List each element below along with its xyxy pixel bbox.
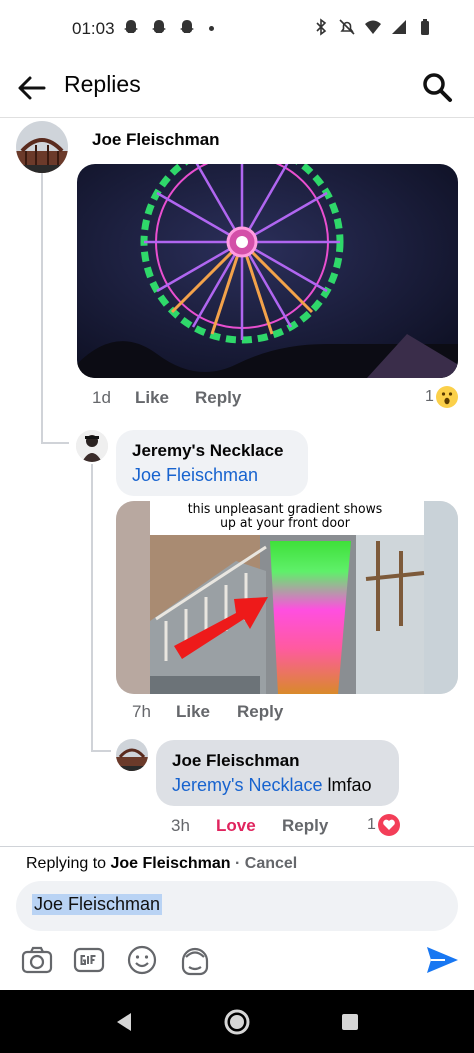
status-bar: 01:03 bbox=[0, 0, 474, 58]
comment-input-value[interactable]: Joe Fleischman bbox=[32, 894, 163, 915]
wifi-icon bbox=[365, 20, 381, 34]
avatar-sticker-icon[interactable] bbox=[178, 943, 212, 977]
back-nav-icon[interactable] bbox=[110, 1008, 138, 1036]
bluetooth-icon bbox=[316, 18, 327, 36]
comment-text: Jeremy's Necklace lmfao bbox=[172, 775, 372, 796]
page-title: Replies bbox=[64, 71, 141, 97]
reply-button[interactable]: Reply bbox=[195, 388, 241, 408]
reply-button[interactable]: Reply bbox=[282, 816, 328, 836]
more-notifications-dot bbox=[209, 25, 214, 31]
reaction-count: 1 bbox=[367, 816, 376, 833]
reply-button[interactable]: Reply bbox=[237, 702, 283, 722]
like-button[interactable]: Like bbox=[176, 702, 210, 722]
comment-body: lmfao bbox=[327, 775, 372, 795]
system-icons bbox=[312, 18, 434, 36]
status-time: 01:03 bbox=[72, 19, 115, 38]
avatar[interactable] bbox=[116, 739, 148, 771]
separator-dot: · bbox=[235, 855, 241, 872]
comment-bubble[interactable]: Joe Fleischman Jeremy's Necklace lmfao bbox=[156, 740, 399, 806]
mention-link[interactable]: Joe Fleischman bbox=[132, 465, 258, 486]
mute-icon bbox=[339, 19, 355, 35]
comment-input[interactable]: Joe Fleischman bbox=[16, 881, 458, 931]
signal-icon bbox=[392, 20, 406, 34]
snapchat-icon bbox=[152, 20, 166, 33]
meme-caption: this unpleasant gradient shows up at you… bbox=[187, 501, 383, 531]
cancel-reply-button[interactable]: Cancel bbox=[245, 855, 297, 872]
search-icon[interactable] bbox=[420, 70, 454, 104]
recents-nav-icon[interactable] bbox=[336, 1008, 364, 1036]
replying-prefix: Replying to bbox=[26, 855, 107, 872]
love-button[interactable]: Love bbox=[216, 816, 256, 836]
thread-line bbox=[91, 750, 111, 752]
comment-timestamp: 3h bbox=[171, 816, 190, 835]
notification-icons bbox=[121, 18, 214, 38]
reaction-count: 1 bbox=[425, 388, 434, 405]
love-reaction-icon bbox=[377, 814, 400, 836]
comment-author[interactable]: Joe Fleischman bbox=[92, 130, 220, 150]
gif-icon[interactable] bbox=[72, 943, 106, 977]
comment-thread: Joe Fleischman 1d Like Reply 1 Jeremy's … bbox=[0, 119, 474, 846]
battery-icon bbox=[421, 19, 429, 35]
replying-to-name: Joe Fleischman bbox=[110, 855, 231, 872]
send-icon[interactable] bbox=[424, 943, 460, 977]
snapchat-icon bbox=[124, 20, 138, 33]
system-navigation-bar bbox=[0, 990, 474, 1053]
comment-author[interactable]: Joe Fleischman bbox=[172, 751, 300, 771]
comment-photo-meme[interactable]: this unpleasant gradient shows up at you… bbox=[116, 501, 458, 694]
comment-photo-ferris-wheel[interactable] bbox=[77, 164, 458, 378]
thread-line bbox=[91, 464, 93, 752]
home-nav-icon[interactable] bbox=[223, 1008, 251, 1036]
thread-line bbox=[41, 171, 43, 444]
app-header: Replies bbox=[0, 58, 474, 118]
emoji-icon[interactable] bbox=[125, 943, 159, 977]
mention-link[interactable]: Jeremy's Necklace bbox=[172, 775, 322, 795]
like-button[interactable]: Like bbox=[135, 388, 169, 408]
snapchat-icon bbox=[180, 20, 194, 33]
avatar[interactable] bbox=[76, 430, 108, 462]
back-arrow-icon[interactable] bbox=[14, 70, 50, 106]
reply-composer: Replying to Joe Fleischman · Cancel Joe … bbox=[0, 846, 474, 990]
comment-timestamp: 7h bbox=[132, 702, 151, 721]
reaction-summary[interactable]: 1 bbox=[425, 386, 458, 408]
reaction-summary[interactable]: 1 bbox=[367, 814, 400, 836]
thread-line bbox=[41, 442, 69, 444]
replying-to-bar: Replying to Joe Fleischman · Cancel bbox=[26, 855, 297, 873]
camera-icon[interactable] bbox=[20, 943, 54, 977]
wow-reaction-icon bbox=[435, 386, 458, 408]
comment-timestamp: 1d bbox=[92, 388, 111, 407]
comment-author[interactable]: Jeremy's Necklace bbox=[132, 441, 284, 461]
comment-bubble[interactable]: Jeremy's Necklace Joe Fleischman bbox=[116, 430, 308, 496]
avatar[interactable] bbox=[16, 121, 68, 173]
